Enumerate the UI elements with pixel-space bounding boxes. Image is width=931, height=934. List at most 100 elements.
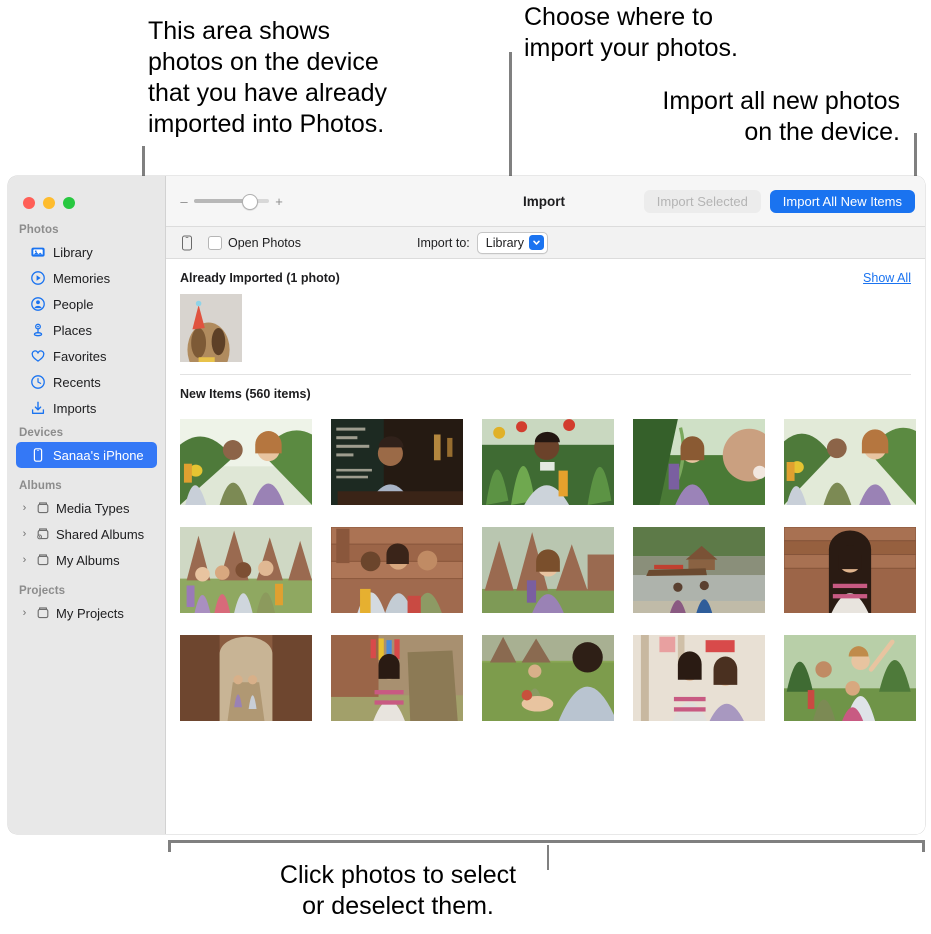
callout-already-imported: This area shows photos on the device tha…: [148, 17, 388, 138]
sidebar-item-library[interactable]: Library: [16, 239, 157, 265]
favorites-icon: [30, 348, 46, 364]
show-all-link[interactable]: Show All: [863, 271, 911, 285]
callout-import-all: Import all new photos on the device.: [662, 87, 900, 146]
open-photos-checkbox[interactable]: [208, 235, 222, 250]
new-items-header: New Items (560 items): [166, 375, 925, 401]
sidebar-section-header: Albums: [19, 480, 62, 492]
sidebar-item-label: Shared Albums: [56, 526, 145, 542]
already-imported-header: Already Imported (1 photo) Show All: [166, 259, 925, 285]
import-all-new-items-button[interactable]: Import All New Items: [769, 189, 915, 213]
sidebar-item-media-types[interactable]: › Media Types: [16, 495, 157, 521]
sidebar-item-label: People: [53, 296, 94, 312]
sidebar-item-label: Media Types: [56, 500, 130, 516]
maximize-button[interactable]: [63, 197, 75, 209]
chevron-right-icon[interactable]: ›: [19, 528, 30, 540]
sidebar-item-memories[interactable]: Memories: [16, 265, 157, 291]
chevron-right-icon[interactable]: ›: [19, 502, 30, 514]
zoom-slider[interactable]: – +: [180, 194, 283, 210]
sidebar-item-label: Memories: [53, 270, 111, 286]
callout-import-destination: Choose where to import your photos.: [524, 3, 738, 62]
import-options-bar: Open Photos Import to: Library: [166, 227, 925, 259]
zoom-slider-fill: [194, 199, 249, 203]
sidebar-item-places[interactable]: Places: [16, 317, 157, 343]
import-to-value: Library: [485, 235, 524, 250]
recents-icon: [30, 374, 46, 390]
photos-import-window: Photos Library Memories People Places Favorit…: [8, 176, 925, 834]
bracket-photo-grid: [168, 840, 925, 852]
chevron-down-icon[interactable]: [528, 235, 544, 250]
photo-thumbnail[interactable]: [482, 527, 614, 613]
sidebar-item-imports[interactable]: Imports: [16, 395, 157, 421]
iphone-icon: [30, 447, 46, 463]
imports-icon: [30, 400, 46, 416]
sidebar-item-label: Recents: [53, 374, 101, 390]
photo-thumbnail[interactable]: [180, 419, 312, 505]
zoom-slider-thumb[interactable]: [242, 194, 258, 210]
zoom-slider-track[interactable]: [194, 194, 269, 210]
sidebar-section-header: Photos: [19, 224, 59, 236]
photo-thumbnail[interactable]: [331, 527, 463, 613]
photo-thumbnail[interactable]: [633, 419, 765, 505]
new-items-heading: New Items (560 items): [180, 387, 311, 401]
photo-thumbnail[interactable]: [180, 294, 242, 362]
sidebar-item-label: Sanaa's iPhone: [53, 447, 144, 463]
main-area: – + Import Import Selected Import All Ne…: [166, 176, 925, 834]
album-icon: [35, 552, 51, 568]
iphone-icon: [180, 235, 194, 251]
toolbar-buttons: Import Selected Import All New Items: [643, 189, 915, 213]
page-title: Import: [523, 194, 565, 209]
sidebar-item-my-projects[interactable]: › My Projects: [16, 600, 157, 626]
photo-thumbnail[interactable]: [633, 635, 765, 721]
photo-thumbnail[interactable]: [482, 419, 614, 505]
sidebar-item-label: Favorites: [53, 348, 107, 364]
callout-click-photos: Click photos to select or deselect them.: [279, 861, 517, 920]
memories-icon: [30, 270, 46, 286]
minimize-button[interactable]: [43, 197, 55, 209]
sidebar-section-header: Projects: [19, 585, 66, 597]
photo-thumbnail[interactable]: [331, 635, 463, 721]
sidebar-item-label: Places: [53, 322, 93, 338]
photo-thumbnail[interactable]: [482, 635, 614, 721]
sidebar-item-label: Library: [53, 244, 93, 260]
album-icon: [35, 500, 51, 516]
sidebar-item-recents[interactable]: Recents: [16, 369, 157, 395]
zoom-out-icon[interactable]: –: [180, 195, 188, 208]
sidebar-item-sanaa-s-iphone[interactable]: Sanaa's iPhone: [16, 442, 157, 468]
photo-thumbnail[interactable]: [180, 635, 312, 721]
import-selected-button[interactable]: Import Selected: [643, 189, 761, 213]
shared-album-icon: [35, 526, 51, 542]
import-to-group: Import to: Library: [416, 231, 548, 254]
new-items-grid: [166, 401, 925, 721]
close-button[interactable]: [23, 197, 35, 209]
places-icon: [30, 322, 46, 338]
zoom-in-icon[interactable]: +: [275, 195, 283, 208]
toolbar: – + Import Import Selected Import All Ne…: [166, 176, 925, 227]
photo-thumbnail[interactable]: [784, 419, 916, 505]
chevron-right-icon[interactable]: ›: [19, 554, 30, 566]
album-icon: [35, 605, 51, 621]
photo-thumbnail[interactable]: [180, 527, 312, 613]
sidebar-item-shared-albums[interactable]: › Shared Albums: [16, 521, 157, 547]
open-photos-label: Open Photos: [228, 235, 301, 250]
photo-thumbnail[interactable]: [331, 419, 463, 505]
sidebar-section-header: Devices: [19, 427, 64, 439]
people-icon: [30, 296, 46, 312]
photo-thumbnail[interactable]: [784, 635, 916, 721]
sidebar-item-label: My Albums: [56, 552, 120, 568]
sidebar-item-favorites[interactable]: Favorites: [16, 343, 157, 369]
photo-thumbnail[interactable]: [633, 527, 765, 613]
photo-thumbnail[interactable]: [784, 527, 916, 613]
sidebar-item-people[interactable]: People: [16, 291, 157, 317]
import-to-dropdown[interactable]: Library: [476, 231, 548, 254]
sidebar-item-label: My Projects: [56, 605, 124, 621]
import-content: Already Imported (1 photo) Show All New …: [166, 259, 925, 834]
chevron-right-icon[interactable]: ›: [19, 607, 30, 619]
import-to-label: Import to:: [416, 235, 470, 250]
sidebar-item-label: Imports: [53, 400, 97, 416]
library-icon: [30, 244, 46, 260]
already-imported-thumbnails: [166, 285, 925, 362]
sidebar: Photos Library Memories People Places Favorit…: [8, 176, 166, 834]
already-imported-heading: Already Imported (1 photo): [180, 271, 340, 285]
sidebar-item-my-albums[interactable]: › My Albums: [16, 547, 157, 573]
window-controls: [23, 197, 75, 209]
